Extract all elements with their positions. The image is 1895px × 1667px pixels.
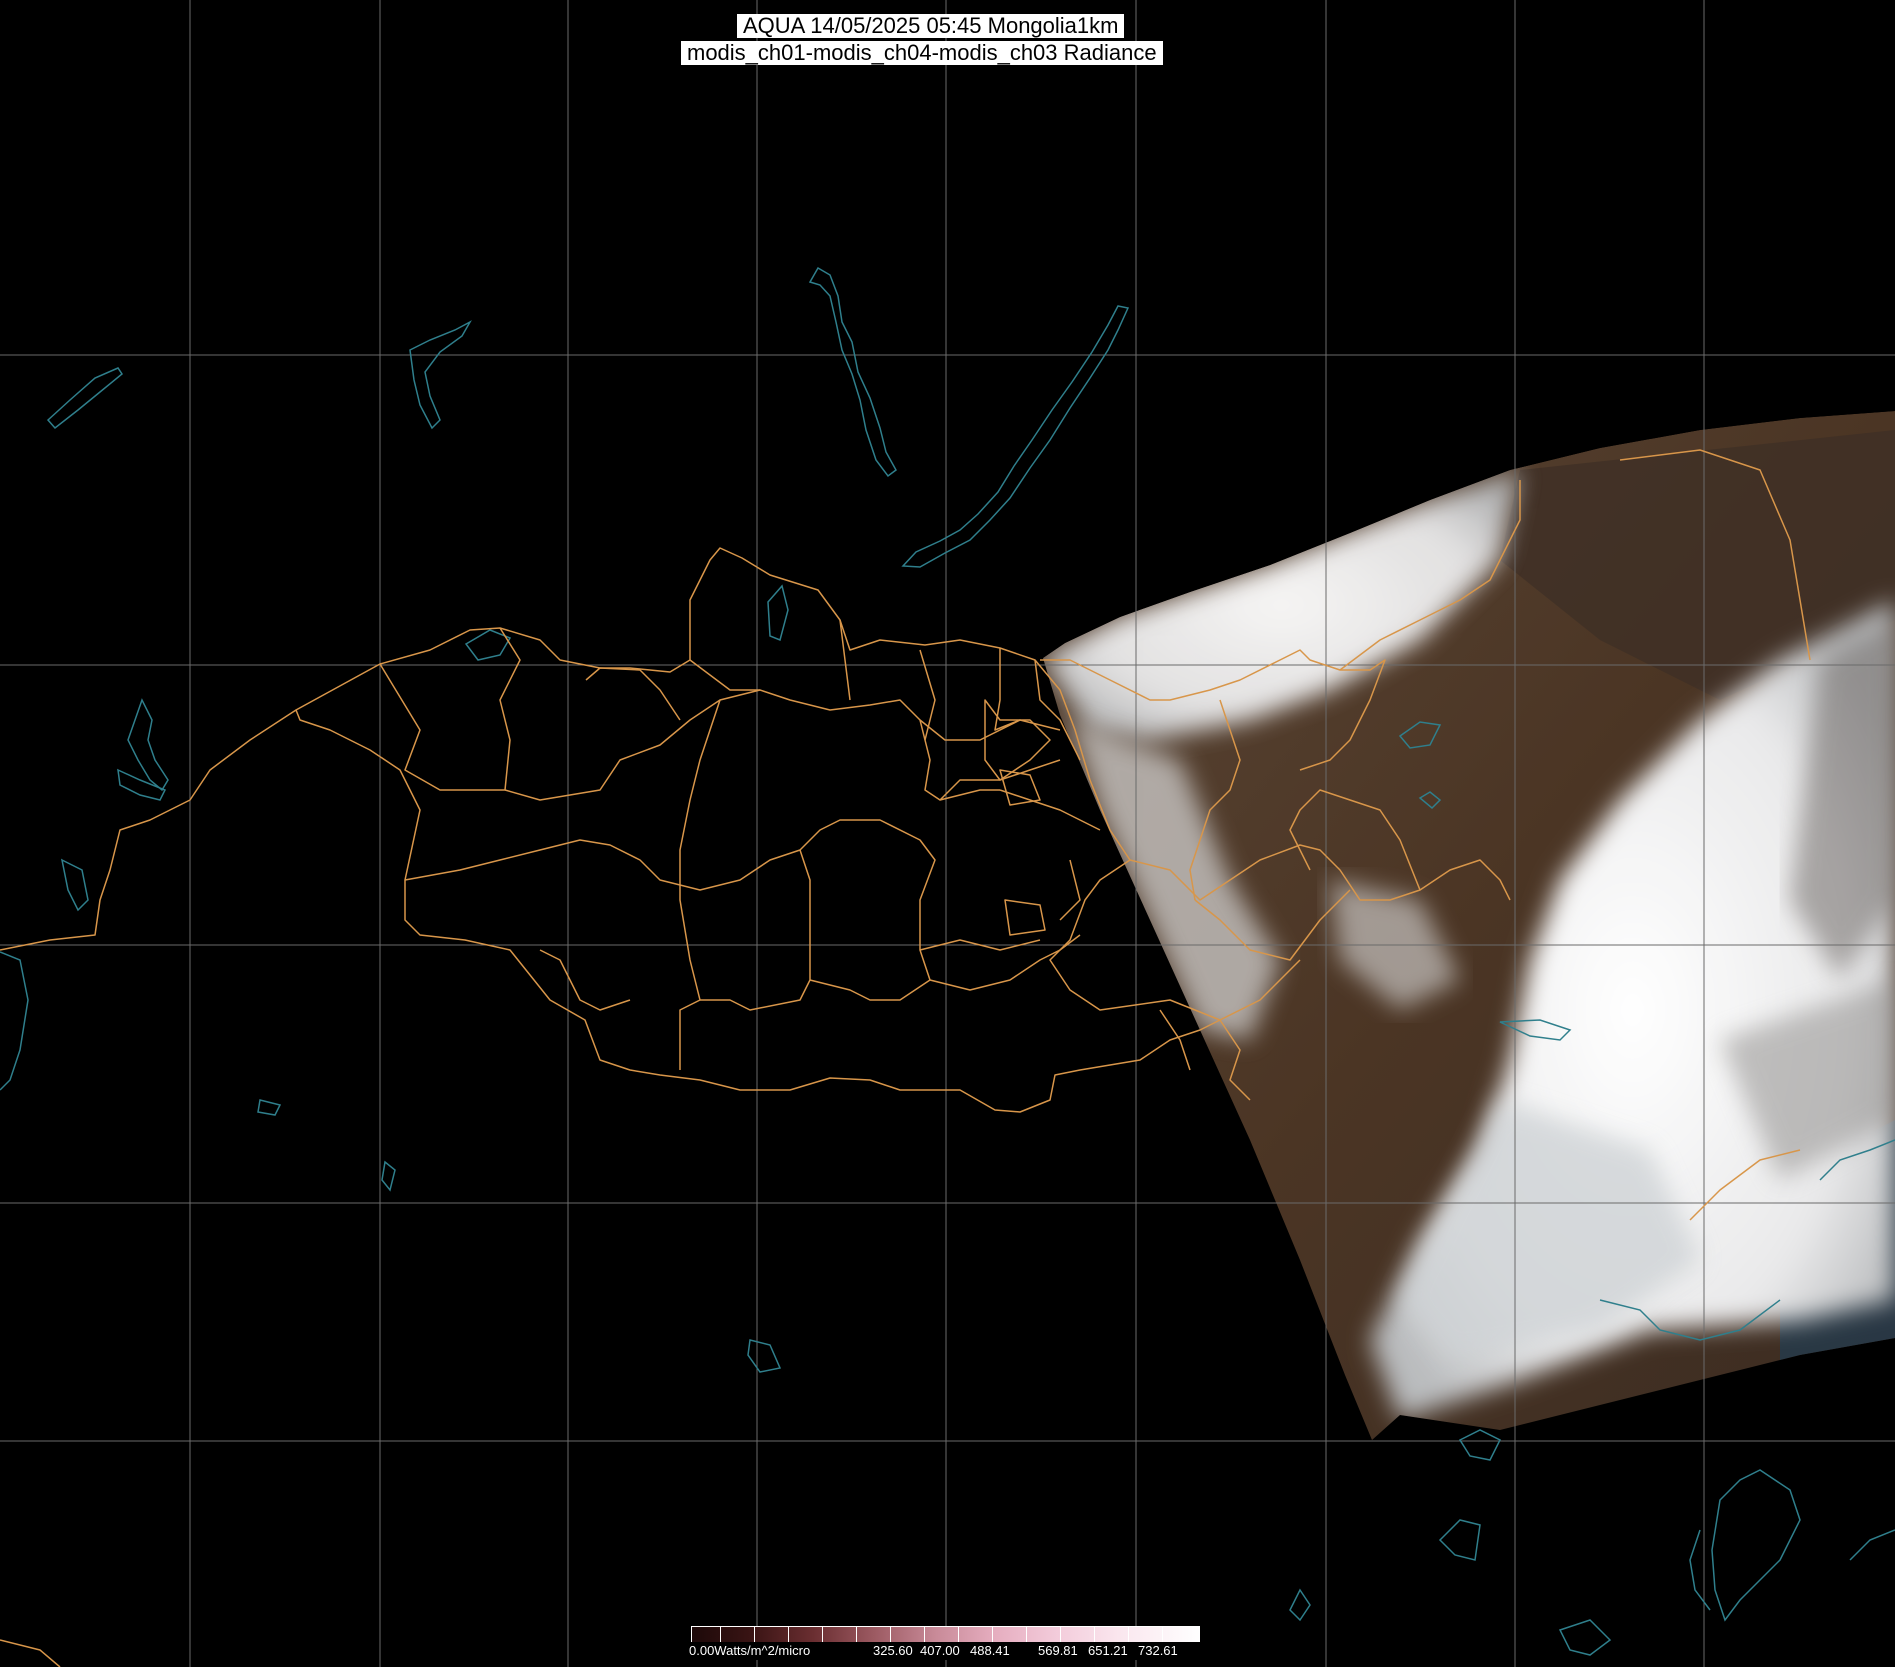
- colorbar-unit-label: 0.00Watts/m^2/micro: [689, 1643, 811, 1658]
- map-title-line2: modis_ch01-modis_ch04-modis_ch03 Radianc…: [681, 41, 1163, 65]
- colorbar-gradient: [691, 1626, 1200, 1642]
- colorbar: 0.00Watts/m^2/micro 325.60 407.00 488.41…: [688, 1625, 1203, 1667]
- map-title-line1: AQUA 14/05/2025 05:45 Mongolia1km: [737, 14, 1125, 38]
- map-view: AQUA 14/05/2025 05:45 Mongolia1km modis_…: [0, 0, 1895, 1667]
- satellite-map: [0, 0, 1895, 1667]
- colorbar-tick-label: 407.00: [920, 1643, 960, 1658]
- colorbar-tick-label: 732.61: [1138, 1643, 1178, 1658]
- colorbar-tick-label: 569.81: [1038, 1643, 1078, 1658]
- colorbar-tick-label: 651.21: [1088, 1643, 1128, 1658]
- colorbar-tick-label: 488.41: [970, 1643, 1010, 1658]
- colorbar-tick-label: 325.60: [873, 1643, 913, 1658]
